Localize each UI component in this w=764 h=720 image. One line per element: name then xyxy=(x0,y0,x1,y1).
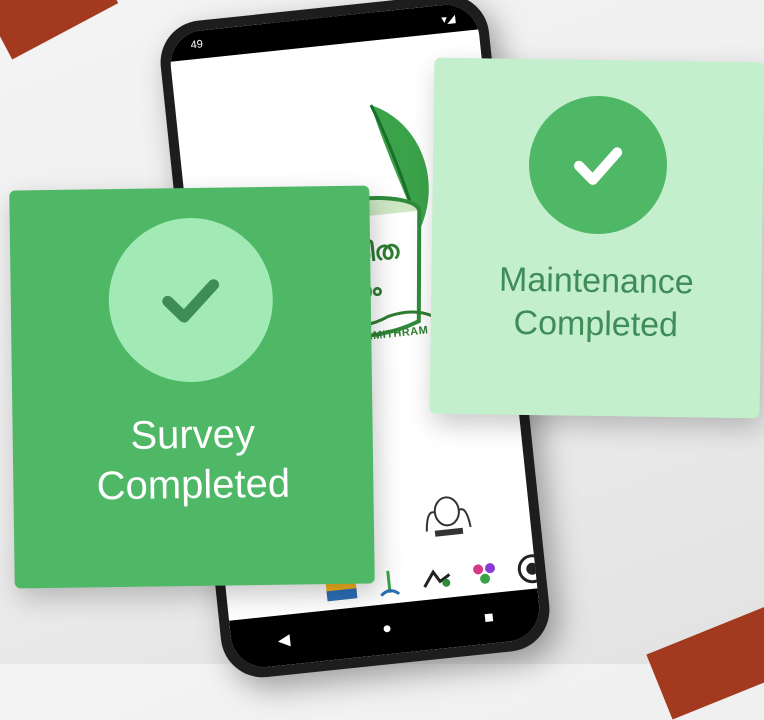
partner-logo-3 xyxy=(423,569,451,588)
check-icon xyxy=(574,147,623,185)
survey-title-line1: Survey xyxy=(130,412,256,458)
nav-back-button[interactable]: ◀ xyxy=(277,630,291,651)
survey-card-title: Survey Completed xyxy=(96,409,291,512)
partner-logo-2 xyxy=(380,570,401,597)
maintenance-title-line2: Completed xyxy=(513,303,679,344)
survey-check-circle xyxy=(107,216,274,384)
signal-icon: ▾◢ xyxy=(440,12,456,26)
nav-home-button[interactable]: ● xyxy=(381,620,393,639)
survey-completed-card: Survey Completed xyxy=(9,185,375,589)
decorative-corner-top xyxy=(0,0,119,60)
maintenance-title-line1: Maintenance xyxy=(498,260,694,302)
survey-title-line2: Completed xyxy=(96,461,291,509)
decorative-corner-bottom xyxy=(646,598,764,720)
maintenance-card-title: Maintenance Completed xyxy=(498,259,694,347)
partner-logo-5 xyxy=(517,554,543,584)
check-icon xyxy=(162,279,220,323)
kerala-emblem-icon xyxy=(425,496,472,537)
partner-logo-4 xyxy=(473,563,496,584)
maintenance-check-circle xyxy=(528,95,668,235)
nav-recents-button[interactable]: ■ xyxy=(483,609,495,628)
maintenance-completed-card: Maintenance Completed xyxy=(429,57,764,419)
status-time: 49 xyxy=(190,38,204,52)
